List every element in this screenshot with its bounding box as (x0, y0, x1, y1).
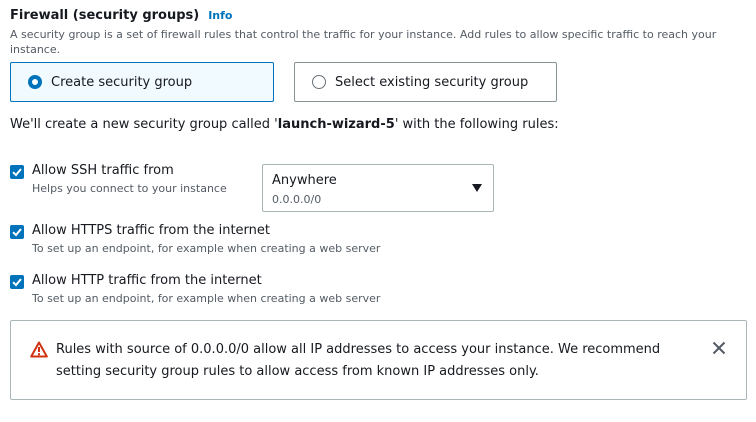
ssh-rule-label: Allow SSH traffic from (32, 163, 174, 178)
http-rule-help: To set up an endpoint, for example when … (32, 292, 381, 305)
checkmark-icon (12, 168, 22, 177)
ssh-checkbox[interactable] (10, 165, 24, 179)
close-icon[interactable] (712, 341, 726, 355)
https-checkbox[interactable] (10, 225, 24, 239)
statement-suffix: ' with the following rules: (394, 117, 559, 132)
statement-prefix: We'll create a new security group called… (10, 117, 278, 132)
security-group-statement: We'll create a new security group called… (10, 117, 559, 132)
warning-icon (30, 341, 48, 358)
caret-down-icon (472, 184, 482, 192)
radio-button-unselected[interactable] (312, 75, 326, 89)
radio-button-selected[interactable] (28, 75, 42, 89)
checkmark-icon (12, 228, 22, 237)
http-checkbox[interactable] (10, 275, 24, 289)
http-rule-label: Allow HTTP traffic from the internet (32, 273, 262, 288)
section-title: Firewall (security groups) (10, 8, 200, 23)
firewall-header: Firewall (security groups) Info (10, 8, 233, 23)
section-description: A security group is a set of firewall ru… (10, 28, 717, 56)
security-group-name: launch-wizard-5 (277, 117, 395, 132)
ssh-source-value: Anywhere (272, 173, 337, 188)
select-existing-security-group-option[interactable]: Select existing security group (294, 62, 557, 102)
info-link[interactable]: Info (208, 9, 232, 22)
warning-text: Rules with source of 0.0.0.0/0 allow all… (56, 342, 661, 379)
checkmark-icon (12, 278, 22, 287)
ssh-rule-help: Helps you connect to your instance (32, 182, 227, 195)
ssh-source-cidr: 0.0.0.0/0 (272, 193, 322, 206)
warning-alert: Rules with source of 0.0.0.0/0 allow all… (10, 320, 747, 400)
https-rule-label: Allow HTTPS traffic from the internet (32, 223, 270, 238)
https-rule-help: To set up an endpoint, for example when … (32, 242, 381, 255)
create-security-group-option[interactable]: Create security group (10, 62, 274, 102)
ssh-source-select[interactable]: Anywhere 0.0.0.0/0 (262, 164, 494, 212)
select-existing-security-group-label: Select existing security group (335, 74, 529, 90)
create-security-group-label: Create security group (51, 74, 193, 90)
